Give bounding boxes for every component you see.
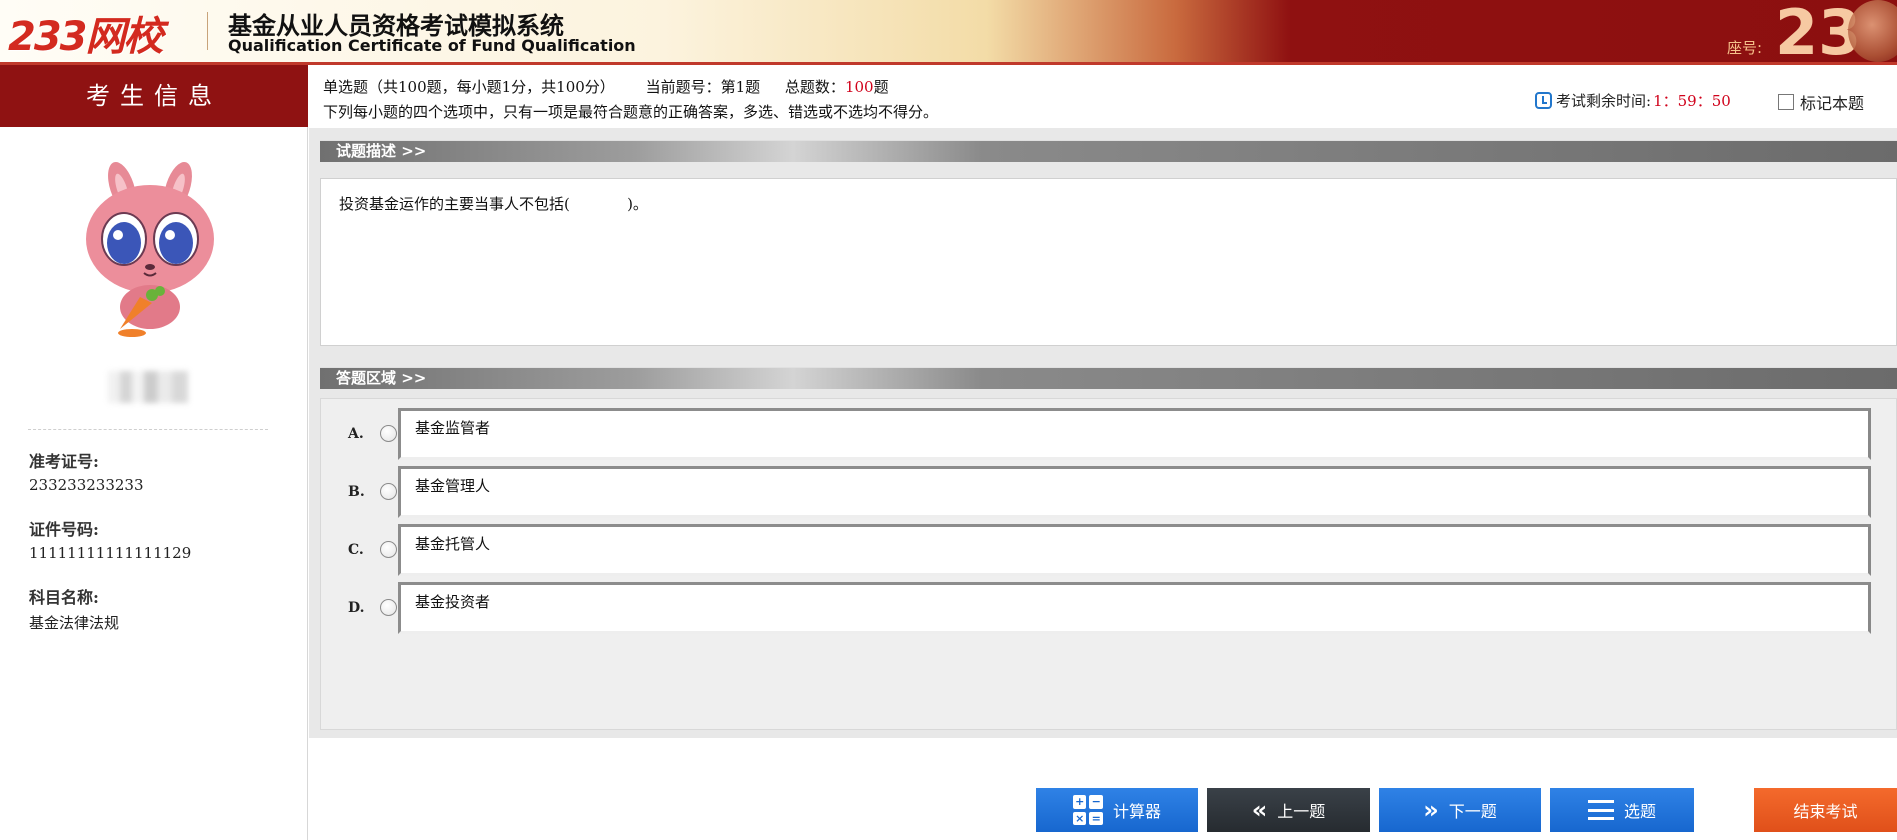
sidebar-heading: 考生信息 [0,65,308,127]
candidate-name-blurred [108,371,188,403]
sidebar-divider [28,429,268,430]
clock-icon [1535,92,1552,109]
calculator-icon: + − × = [1072,795,1103,825]
prev-question-button[interactable]: « 上一题 [1207,788,1370,832]
option-a-letter: A. [348,426,364,442]
exam-id-label: 准考证号: [29,452,99,471]
question-type-info: 单选题（共100题，每小题1分，共100分） 当前题号：第1题 总题数：100题 [323,76,889,97]
select-question-button[interactable]: 选题 [1550,788,1694,832]
app-header: 233网校 基金从业人员资格考试模拟系统 Qualification Certi… [0,0,1897,65]
mark-question-checkbox[interactable] [1778,94,1794,110]
question-text: 投资基金运作的主要当事人不包括( )。 [339,195,648,213]
option-c-radio[interactable] [380,541,397,558]
logo-divider [207,12,208,50]
exam-timer: 考试剩余时间: 1：59：50 [1535,90,1731,111]
double-chevron-left-icon: « [1251,796,1268,824]
option-c-box[interactable]: 基金托管人 [398,524,1871,576]
option-c-text: 基金托管人 [415,535,491,553]
calculator-button[interactable]: + − × = 计算器 [1036,788,1198,832]
option-a-box[interactable]: 基金监管者 [398,408,1871,460]
mark-question-toggle[interactable]: 标记本题 [1778,90,1864,114]
cert-number-value: 11111111111111129 [29,544,192,562]
brand-logo: 233网校 [8,14,163,60]
subject-value: 基金法律法规 [29,614,120,632]
option-d-letter: D. [348,600,365,616]
description-section-title: 试题描述 >> [336,142,427,160]
exam-id-value: 233233233233 [29,476,144,494]
question-instruction: 下列每小题的四个选项中，只有一项是最符合题意的正确答案，多选、错选或不选均不得分… [323,103,939,121]
system-subtitle: Qualification Certificate of Fund Qualif… [228,36,636,55]
option-b-letter: B. [348,484,365,500]
option-b-box[interactable]: 基金管理人 [398,466,1871,518]
option-d-text: 基金投资者 [415,593,491,611]
answer-section-bar [320,367,1897,389]
next-question-label: 下一题 [1448,802,1497,821]
question-type-text: 单选题（共100题，每小题1分，共100分） [323,78,615,96]
candidate-sidebar: 考生信息 准考证号: 233233233233 证件号码: 1111111111… [0,65,308,840]
subject-label: 科目名称: [29,588,99,607]
timer-value: 1：59：50 [1653,92,1731,110]
option-a-radio[interactable] [380,425,397,442]
select-question-label: 选题 [1623,802,1656,821]
calculator-button-label: 计算器 [1112,802,1161,821]
mark-question-label: 标记本题 [1800,94,1865,113]
prev-question-label: 上一题 [1277,802,1326,821]
option-b-radio[interactable] [380,483,397,500]
next-question-button[interactable]: » 下一题 [1379,788,1541,832]
option-b-text: 基金管理人 [415,477,491,495]
option-d-box[interactable]: 基金投资者 [398,582,1871,634]
total-questions-unit: 题 [873,78,889,96]
seat-label: 座号: [1727,39,1763,57]
timer-label: 考试剩余时间: [1556,92,1652,110]
option-a-text: 基金监管者 [415,419,491,437]
cert-number-label: 证件号码: [29,520,99,539]
end-exam-label: 结束考试 [1793,802,1858,821]
end-exam-button[interactable]: 结束考试 [1754,788,1897,832]
option-d-radio[interactable] [380,599,397,616]
description-section-bar [320,140,1897,162]
option-c-letter: C. [348,542,364,558]
candidate-avatar [86,161,214,337]
double-chevron-right-icon: » [1423,796,1439,824]
current-question-label: 当前题号：第1题 [645,78,761,96]
list-icon [1587,800,1614,820]
total-questions-label: 总题数： [784,78,845,96]
total-questions-value: 100 [844,78,874,96]
answer-section-title: 答题区域 >> [336,369,427,387]
